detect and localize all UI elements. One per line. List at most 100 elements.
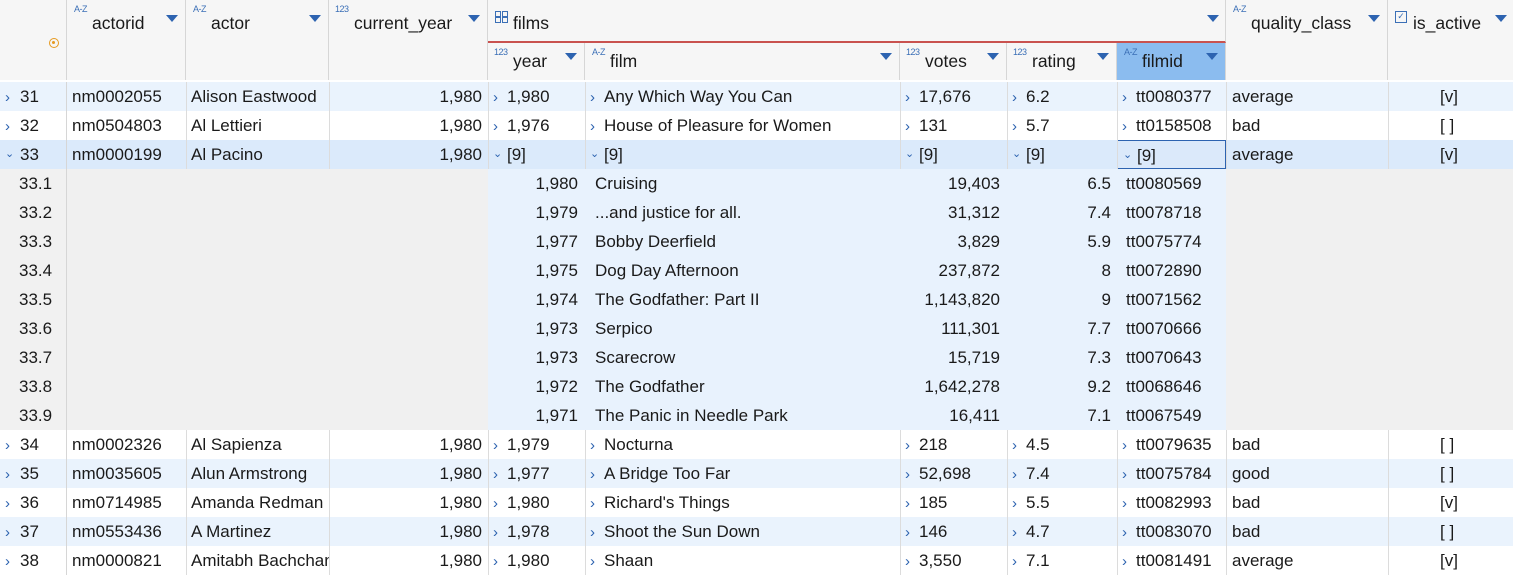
actor-cell[interactable]: A Martinez: [186, 517, 329, 546]
current-year-cell[interactable]: 1,980: [329, 82, 488, 111]
chevron-right-icon[interactable]: ›: [493, 547, 507, 575]
nested-table-row[interactable]: 33.9 1,971 The Panic in Needle Park 16,411 7…: [0, 401, 1513, 430]
votes-cell[interactable]: 237,872: [900, 256, 1007, 285]
votes-cell[interactable]: › 131: [900, 111, 1007, 140]
actor-cell[interactable]: Amitabh Bachchan: [186, 546, 329, 575]
quality-class-cell[interactable]: average: [1226, 140, 1388, 169]
filmid-cell[interactable]: tt0078718: [1117, 198, 1226, 227]
actor-cell[interactable]: Alun Armstrong: [186, 459, 329, 488]
row-number[interactable]: 33.1: [0, 169, 67, 198]
chevron-down-icon[interactable]: ⌄: [590, 140, 604, 169]
votes-cell[interactable]: 1,143,820: [900, 285, 1007, 314]
chevron-down-icon[interactable]: ⌄: [1012, 140, 1026, 169]
chevron-right-icon[interactable]: ›: [1122, 518, 1136, 546]
year-cell[interactable]: 1,980: [488, 169, 585, 198]
rating-cell[interactable]: 5.9: [1007, 227, 1117, 256]
chevron-right-icon[interactable]: ›: [1012, 431, 1026, 459]
quality-class-cell[interactable]: average: [1226, 82, 1388, 111]
sort-arrow-icon[interactable]: [468, 15, 480, 22]
rating-cell[interactable]: › 4.7: [1007, 517, 1117, 546]
quality-class-cell[interactable]: bad: [1226, 488, 1388, 517]
corner-cell[interactable]: [0, 0, 67, 80]
actorid-cell[interactable]: nm0000199: [67, 140, 186, 169]
row-number[interactable]: 33.5: [0, 285, 67, 314]
actor-cell[interactable]: Amanda Redman: [186, 488, 329, 517]
quality-class-cell[interactable]: bad: [1226, 517, 1388, 546]
filmid-cell[interactable]: tt0070666: [1117, 314, 1226, 343]
chevron-right-icon[interactable]: ›: [5, 518, 17, 547]
nested-table-row[interactable]: 33.5 1,974 The Godfather: Part II 1,143,820…: [0, 285, 1513, 314]
filmid-cell[interactable]: tt0075774: [1117, 227, 1226, 256]
chevron-right-icon[interactable]: ›: [1012, 460, 1026, 488]
film-cell[interactable]: ⌄ [9]: [585, 140, 900, 169]
column-header-votes[interactable]: 123 votes: [900, 43, 1007, 80]
rating-cell[interactable]: › 7.1: [1007, 546, 1117, 575]
year-cell[interactable]: 1,979: [488, 198, 585, 227]
filmid-cell[interactable]: ⌄ [9]: [1117, 140, 1226, 169]
quality-class-cell[interactable]: good: [1226, 459, 1388, 488]
row-number[interactable]: › 38: [0, 546, 67, 575]
film-cell[interactable]: The Godfather: Part II: [585, 285, 900, 314]
chevron-right-icon[interactable]: ›: [1012, 518, 1026, 546]
filmid-cell[interactable]: tt0070643: [1117, 343, 1226, 372]
table-row[interactable]: › 34 nm0002326 Al Sapienza 1,980 bad[ ] › 1,979…: [0, 430, 1513, 459]
row-number[interactable]: ⌄ 33: [0, 140, 67, 169]
film-cell[interactable]: Serpico: [585, 314, 900, 343]
film-cell[interactable]: Bobby Deerfield: [585, 227, 900, 256]
chevron-right-icon[interactable]: ›: [1122, 489, 1136, 517]
row-number[interactable]: › 36: [0, 488, 67, 517]
column-header-quality-class[interactable]: A-Z quality_class: [1226, 0, 1388, 80]
sort-arrow-icon[interactable]: [987, 53, 999, 60]
table-row[interactable]: › 38 nm0000821 Amitabh Bachchan 1,980 average…: [0, 546, 1513, 575]
actorid-cell[interactable]: nm0035605: [67, 459, 186, 488]
chevron-right-icon[interactable]: ›: [590, 489, 604, 517]
table-row[interactable]: › 31 nm0002055 Alison Eastwood 1,980 average[…: [0, 82, 1513, 111]
chevron-right-icon[interactable]: ›: [905, 547, 919, 575]
rating-cell[interactable]: ⌄ [9]: [1007, 140, 1117, 169]
votes-cell[interactable]: 15,719: [900, 343, 1007, 372]
filmid-cell[interactable]: tt0068646: [1117, 372, 1226, 401]
row-number[interactable]: › 37: [0, 517, 67, 546]
year-cell[interactable]: 1,974: [488, 285, 585, 314]
is-active-cell[interactable]: [v]: [1388, 488, 1513, 517]
chevron-right-icon[interactable]: ›: [1122, 83, 1136, 111]
rating-cell[interactable]: › 6.2: [1007, 82, 1117, 111]
current-year-cell[interactable]: 1,980: [329, 140, 488, 169]
film-cell[interactable]: › Shoot the Sun Down: [585, 517, 900, 546]
film-cell[interactable]: Dog Day Afternoon: [585, 256, 900, 285]
rating-cell[interactable]: 7.1: [1007, 401, 1117, 430]
votes-cell[interactable]: ⌄ [9]: [900, 140, 1007, 169]
actor-cell[interactable]: Alison Eastwood: [186, 82, 329, 111]
film-cell[interactable]: › Richard's Things: [585, 488, 900, 517]
current-year-cell[interactable]: 1,980: [329, 430, 488, 459]
chevron-right-icon[interactable]: ›: [905, 518, 919, 546]
is-active-cell[interactable]: [v]: [1388, 140, 1513, 169]
is-active-cell[interactable]: [ ]: [1388, 459, 1513, 488]
year-cell[interactable]: 1,975: [488, 256, 585, 285]
year-cell[interactable]: › 1,978: [488, 517, 585, 546]
current-year-cell[interactable]: 1,980: [329, 488, 488, 517]
current-year-cell[interactable]: 1,980: [329, 546, 488, 575]
actorid-cell[interactable]: nm0553436: [67, 517, 186, 546]
is-active-cell[interactable]: [ ]: [1388, 111, 1513, 140]
column-header-is-active[interactable]: ✓ is_active: [1388, 0, 1513, 80]
quality-class-cell[interactable]: average: [1226, 546, 1388, 575]
film-cell[interactable]: › Shaan: [585, 546, 900, 575]
nested-table-row[interactable]: 33.2 1,979 ...and justice for all. 31,312 7.…: [0, 198, 1513, 227]
chevron-right-icon[interactable]: ›: [1012, 83, 1026, 111]
chevron-right-icon[interactable]: ›: [1012, 112, 1026, 140]
is-active-cell[interactable]: [v]: [1388, 546, 1513, 575]
rating-cell[interactable]: 6.5: [1007, 169, 1117, 198]
sort-arrow-icon[interactable]: [1207, 15, 1219, 22]
year-cell[interactable]: › 1,980: [488, 82, 585, 111]
chevron-right-icon[interactable]: ›: [493, 518, 507, 546]
nested-table-row[interactable]: 33.3 1,977 Bobby Deerfield 3,829 5.9 tt007577…: [0, 227, 1513, 256]
column-header-actor[interactable]: A-Z actor: [186, 0, 329, 80]
row-number[interactable]: › 35: [0, 459, 67, 488]
chevron-right-icon[interactable]: ›: [493, 112, 507, 140]
current-year-cell[interactable]: 1,980: [329, 517, 488, 546]
chevron-right-icon[interactable]: ›: [905, 489, 919, 517]
actorid-cell[interactable]: nm0000821: [67, 546, 186, 575]
filmid-cell[interactable]: › tt0079635: [1117, 430, 1226, 459]
filmid-cell[interactable]: › tt0082993: [1117, 488, 1226, 517]
